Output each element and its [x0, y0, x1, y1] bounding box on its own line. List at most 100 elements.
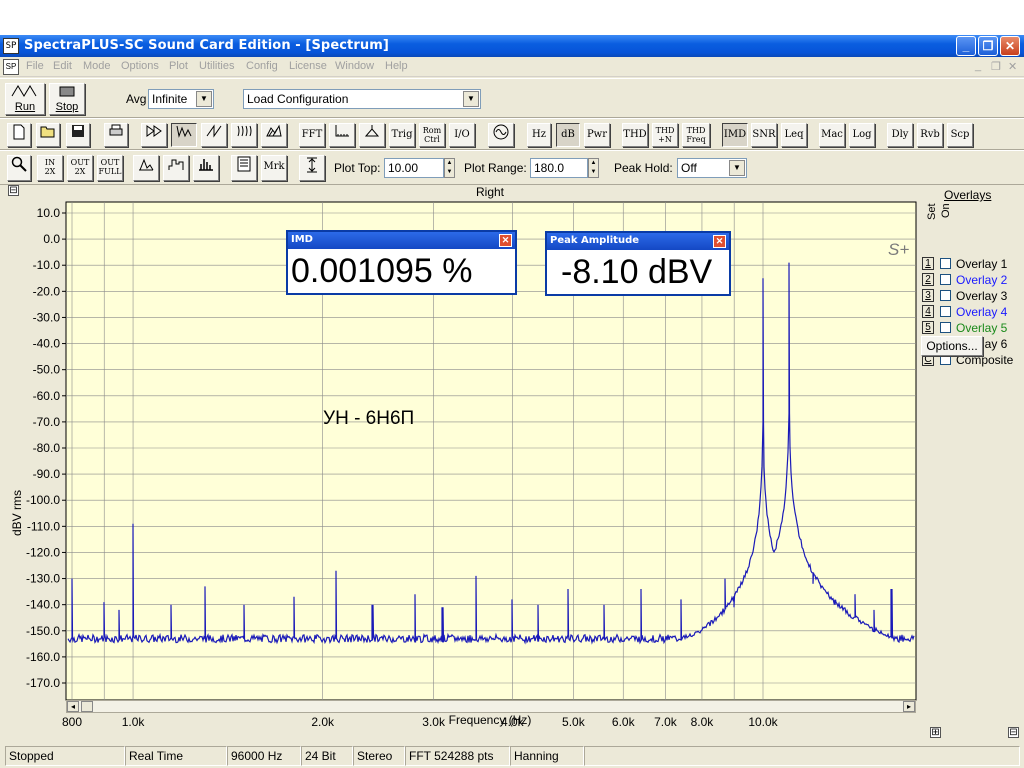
minimize-button[interactable]: _ [956, 36, 976, 56]
peak-amplitude-readout-window[interactable]: Peak Amplitude ✕ -8.10 dBV [545, 231, 731, 296]
scroll-left-button[interactable]: ◂ [67, 701, 79, 712]
calibration-button[interactable] [359, 123, 385, 147]
save-button[interactable] [66, 123, 90, 147]
overlay-checkbox[interactable] [940, 258, 951, 269]
overlay-set-button[interactable]: 5 [922, 321, 934, 334]
scroll-thumb[interactable] [81, 701, 93, 712]
thd-freq-button[interactable]: THD Freq [682, 123, 710, 147]
overlay-set-button[interactable]: 4 [922, 305, 934, 318]
plot-top-label: Plot Top: [334, 161, 381, 175]
zoom-out-full-button[interactable]: OUT FULL [97, 155, 123, 181]
snr-button[interactable]: SNR [751, 123, 777, 147]
spectrum-mode-button[interactable] [171, 123, 197, 147]
fft-settings-button[interactable]: FFT [299, 123, 325, 147]
plot-range-input[interactable]: 180.0 [530, 158, 588, 178]
spectrogram-mode-button[interactable] [231, 123, 257, 147]
overlay-set-button[interactable]: 3 [922, 289, 934, 302]
plot-top-spinner[interactable]: ▲ ▼ [444, 158, 455, 178]
menu-options[interactable]: Options [121, 60, 159, 72]
y-tick-label: -70.0 [33, 415, 61, 429]
zoom-out-2x-button[interactable]: OUT 2X [67, 155, 93, 181]
chevron-down-icon[interactable]: ▼ [729, 160, 745, 176]
menu-edit[interactable]: Edit [53, 60, 72, 72]
new-file-button[interactable] [7, 123, 31, 147]
line-plot-button[interactable] [133, 155, 159, 181]
overlay-set-button[interactable]: 2 [922, 273, 934, 286]
plot-range-spinner[interactable]: ▲ ▼ [588, 158, 599, 178]
chevron-down-icon[interactable]: ▼ [463, 91, 479, 107]
overlay-set-button[interactable]: 1 [922, 257, 934, 270]
menu-mode[interactable]: Mode [83, 60, 111, 72]
document-icon[interactable]: SP [3, 59, 19, 75]
scope-button[interactable]: Scp [947, 123, 973, 147]
print-button[interactable] [104, 123, 128, 147]
overlay-checkbox[interactable] [940, 290, 951, 301]
mdi-close-button[interactable]: ✕ [1008, 60, 1017, 73]
imd-readout-window[interactable]: IMD ✕ 0.001095 % [286, 230, 517, 295]
open-file-button[interactable] [36, 123, 60, 147]
axis-settings-button[interactable] [329, 123, 355, 147]
overlay-options-button[interactable]: Options... [921, 336, 983, 356]
app-icon[interactable]: SP [3, 38, 19, 54]
step-plot-button[interactable] [163, 155, 189, 181]
imd-readout-close-button[interactable]: ✕ [499, 234, 512, 247]
io-button[interactable]: I/O [449, 123, 475, 147]
power-button[interactable]: Pwr [584, 123, 610, 147]
overlay-checkbox[interactable] [940, 322, 951, 333]
menu-help[interactable]: Help [385, 60, 408, 72]
stop-button[interactable]: Stop [49, 83, 85, 115]
menu-window[interactable]: Window [335, 60, 374, 72]
avg-select[interactable]: Infinite ▼ [148, 89, 214, 109]
mdi-minimize-button[interactable]: _ [975, 60, 981, 72]
mdi-restore-button[interactable]: ❐ [991, 60, 1001, 73]
zoom-button[interactable] [7, 155, 31, 181]
macro-button[interactable]: Mac [819, 123, 845, 147]
overlay-checkbox[interactable] [940, 306, 951, 317]
waveform-mode-button[interactable] [141, 123, 167, 147]
autoscale-button[interactable] [299, 155, 325, 181]
restore-button[interactable]: ❐ [978, 36, 998, 56]
menu-config[interactable]: Config [246, 60, 278, 72]
run-button[interactable]: Run [5, 83, 45, 115]
reverb-button[interactable]: Rvb [917, 123, 943, 147]
expand-left-button[interactable]: ⊞ [930, 727, 941, 738]
thd-button[interactable]: THD [622, 123, 648, 147]
menu-plot[interactable]: Plot [169, 60, 188, 72]
bar-plot-button[interactable] [193, 155, 219, 181]
thd-n-button[interactable]: THD +N [652, 123, 678, 147]
menu-file[interactable]: File [26, 60, 44, 72]
plot-top-input[interactable]: 10.00 [384, 158, 444, 178]
db-button[interactable]: dB [556, 123, 580, 147]
trigger-button[interactable]: Trig [389, 123, 415, 147]
rom-ctrl-button[interactable]: Rom Ctrl [419, 123, 445, 147]
y-tick-label: -30.0 [33, 310, 61, 324]
y-axis-label: dBV rms [10, 490, 24, 536]
peak-readout-close-button[interactable]: ✕ [713, 235, 726, 248]
marker-button[interactable]: Mrk [261, 155, 287, 181]
imd-button[interactable]: IMD [722, 123, 748, 147]
x-axis-label-text: Frequency (Hz) [448, 713, 532, 727]
horizontal-scrollbar[interactable]: ◂ ▸ [66, 700, 916, 713]
log-button[interactable]: Log [849, 123, 875, 147]
y-tick-label: 0.0 [43, 232, 60, 246]
menu-utilities[interactable]: Utilities [199, 60, 234, 72]
data-table-button[interactable] [231, 155, 257, 181]
close-button[interactable]: ✕ [1000, 36, 1020, 56]
scroll-right-button[interactable]: ▸ [903, 701, 915, 712]
peak-hold-select[interactable]: Off ▼ [677, 158, 747, 178]
chevron-down-icon[interactable]: ▼ [196, 91, 212, 107]
phase-mode-button[interactable] [201, 123, 227, 147]
expand-right-button[interactable]: ⊟ [1008, 727, 1019, 738]
signal-generator-button[interactable] [488, 123, 514, 147]
configuration-select[interactable]: Load Configuration ▼ [243, 89, 481, 109]
thd-n-bottom-label: +N [658, 135, 672, 144]
overlay-checkbox[interactable] [940, 274, 951, 285]
delay-button[interactable]: Dly [887, 123, 913, 147]
autoscale-icon [307, 157, 317, 173]
menu-license[interactable]: License [289, 60, 327, 72]
zoom-in-2x-button[interactable]: IN 2X [37, 155, 63, 181]
zoom-full-bottom-label: FULL [98, 167, 122, 176]
hz-button[interactable]: Hz [527, 123, 551, 147]
3d-surface-mode-button[interactable] [261, 123, 287, 147]
leq-button[interactable]: Leq [781, 123, 807, 147]
